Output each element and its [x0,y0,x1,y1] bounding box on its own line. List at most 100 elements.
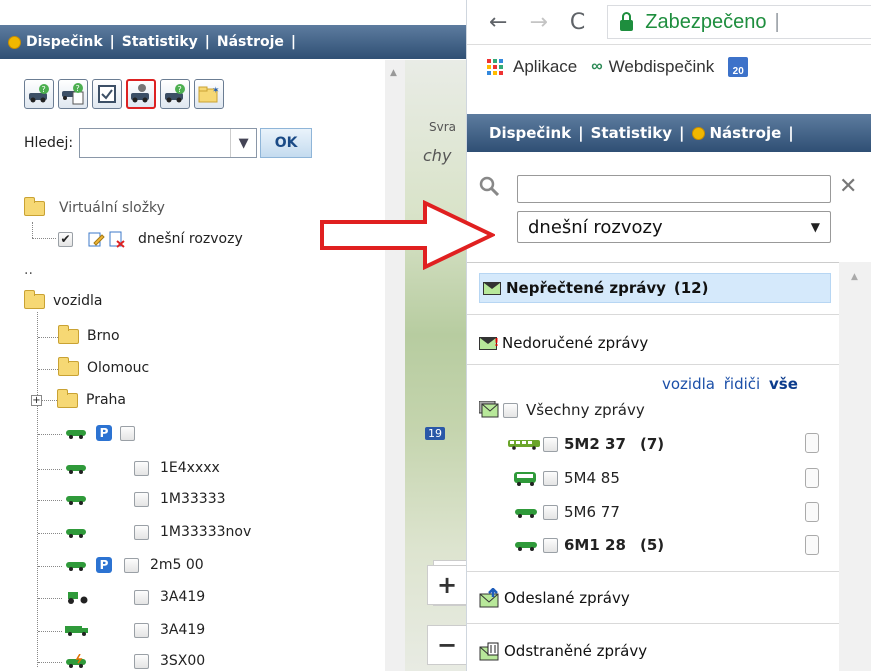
unread-count: (12) [673,279,709,297]
back-arrow-icon[interactable]: ← [489,10,507,35]
folder-select[interactable]: dnešní rozvozy ▼ [517,211,831,243]
nav-tools[interactable]: Nástroje [217,34,284,50]
filter-drivers-link[interactable]: řidiči [724,375,760,393]
scroll-up-icon[interactable]: ▲ [390,68,397,78]
expand-plus-icon[interactable]: + [31,394,42,406]
close-icon[interactable]: ✕ [839,174,857,199]
phone-icon[interactable] [805,468,819,488]
delete-icon[interactable] [108,230,126,248]
vehicle-messages-row[interactable]: 5M4 85 [507,469,670,487]
vehicle-row[interactable]: 1E4xxxx [64,460,220,476]
scroll-up-icon[interactable]: ▲ [851,272,858,282]
phone-icon[interactable] [805,433,819,453]
nav-separator: | [204,34,210,50]
all-messages-checkbox[interactable] [503,402,518,418]
zoom-in-button[interactable]: + [427,565,467,605]
folder-brno[interactable]: Brno [58,324,120,344]
vehicle-row[interactable]: 1M33333nov [64,524,251,540]
vehicle-checkbox[interactable] [120,425,135,441]
reload-icon[interactable]: C [570,10,585,35]
address-bar[interactable]: Zabezpečeno | [607,5,871,39]
parking-icon: P [96,425,112,441]
virtual-item-row[interactable]: ✔ dnešní rozvozy [58,230,243,248]
vehicle-row[interactable]: 3SX00 [64,653,205,669]
vehicle-checkbox[interactable] [543,537,558,553]
divider [467,262,871,263]
vehicle-row[interactable]: 3A419 [64,589,205,605]
vehicle-messages-row[interactable]: 5M6 77 [507,503,670,521]
apps-bookmark[interactable]: Aplikace [487,57,577,77]
forward-arrow-icon[interactable]: → [529,10,547,35]
car-green-question-button[interactable]: ? [160,79,190,109]
vehicle-checkbox[interactable] [134,460,149,476]
ok-button[interactable]: OK [260,128,313,158]
vehicle-row-parked[interactable]: P 2m5 00 [64,557,204,573]
chevron-down-icon[interactable]: ▼ [230,129,256,157]
virtual-folders-node[interactable]: Virtuální složky [24,196,165,216]
vehicle-checkbox[interactable] [543,504,558,520]
left-nav-bar: Dispečink | Statistiky | Nástroje | [0,25,470,59]
right-scrollbar[interactable]: ▲ [839,262,871,671]
vehicle-row-parked[interactable]: P [64,425,135,441]
phone-icon[interactable] [805,535,819,555]
folder-icon [58,324,79,344]
vehicle-messages-row[interactable]: 5M2 37 (7) [507,435,670,453]
car-document-button[interactable]: ? [58,79,88,109]
nav-statistics[interactable]: Statistiky [591,124,672,142]
vehicle-messages-row[interactable]: 6M1 28 (5) [507,536,670,554]
vehicle-checkbox[interactable] [543,470,558,486]
vehicles-root-node[interactable]: vozidla [24,289,102,309]
toolbar: ? ? ? ✶ [24,79,224,109]
nav-tools[interactable]: Nástroje [710,124,782,142]
car-driver-button[interactable] [126,79,156,109]
checkbox-icon [98,85,116,103]
filter-all-link[interactable]: vše [769,375,798,393]
vehicle-plate: 1E4xxxx [160,460,220,476]
vehicle-row[interactable]: 1M33333 [64,491,226,507]
all-messages-item[interactable]: Všechny zprávy [479,401,645,419]
vehicle-row[interactable]: 3A419 [64,622,205,638]
unread-messages-item[interactable]: Nepřečtené zprávy (12) [479,273,831,303]
webdispecink-bookmark[interactable]: ∞ Webdispečink [591,57,714,77]
search-combobox[interactable]: ▼ [79,128,258,158]
vehicle-checkbox[interactable] [134,589,149,605]
sent-messages-item[interactable]: Odeslané zprávy [479,588,630,608]
svg-text:?: ? [76,84,80,93]
virtual-item-checkbox[interactable]: ✔ [58,231,73,247]
zoom-out-button[interactable]: − [427,625,467,665]
map-view[interactable]: Svra chy 19 + − [405,60,470,671]
nav-statistics[interactable]: Statistiky [122,34,198,50]
vehicle-checkbox[interactable] [134,491,149,507]
parent-folder-link[interactable]: .. [24,262,33,278]
nav-dispatch[interactable]: Dispečink [26,34,103,50]
left-scrollbar[interactable]: ▲ [385,60,405,671]
vehicle-checkbox[interactable] [124,557,139,573]
undelivered-messages-item[interactable]: ! Nedoručené zprávy [479,334,648,352]
folder-select-value: dnešní rozvozy [528,216,663,238]
vehicle-checkbox[interactable] [134,622,149,638]
all-messages-label: Všechny zprávy [526,401,645,419]
vehicle-checkbox[interactable] [134,653,149,669]
envelope-sent-icon [479,588,499,608]
active-dot-icon [691,126,705,140]
folder-praha[interactable]: + Praha [31,388,126,408]
phone-icon[interactable] [805,502,819,522]
webdispecink-icon: ∞ [591,58,603,75]
calendar-icon[interactable]: 20 [728,57,749,77]
filter-vehicles-link[interactable]: vozidla [662,375,715,393]
vehicle-checkbox[interactable] [134,524,149,540]
checkbox-button[interactable] [92,79,122,109]
vehicle-name: 5M2 37 [564,435,626,453]
vehicle-plate: 1M33333nov [160,524,252,540]
vehicle-plate: 2m5 00 [150,557,204,573]
edit-icon[interactable] [87,230,105,248]
car-question-button[interactable]: ? [24,79,54,109]
nav-dispatch[interactable]: Dispečink [489,124,571,142]
vehicle-checkbox[interactable] [543,436,558,452]
envelope-icon [483,281,501,295]
new-folder-button[interactable]: ✶ [194,79,224,109]
search-input[interactable] [517,175,831,203]
folder-olomouc[interactable]: Olomouc [58,356,149,376]
folder-icon [57,388,78,408]
deleted-messages-item[interactable]: Odstraněné zprávy [479,641,647,661]
